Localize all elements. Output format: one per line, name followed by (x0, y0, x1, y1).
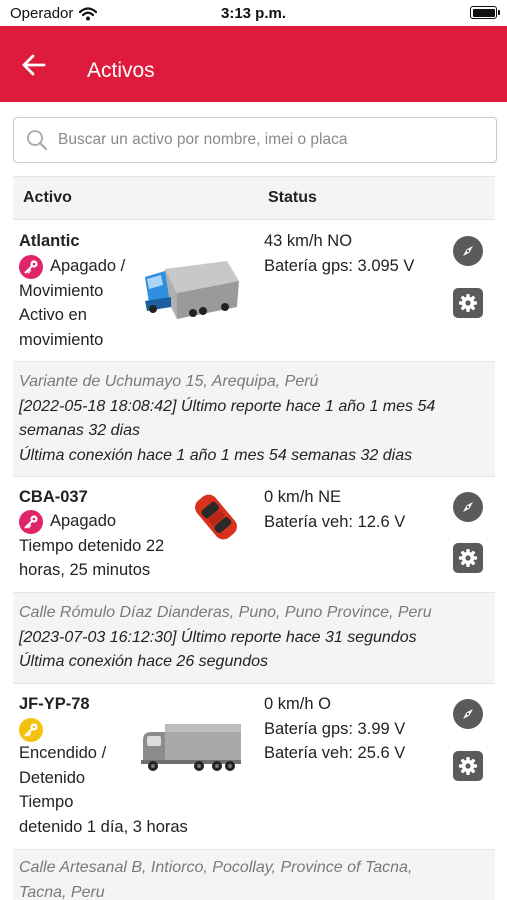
report-text: [2022-05-18 18:08:42] Último reporte hac… (19, 397, 436, 415)
truck-icon (141, 724, 241, 771)
state-line: Tiempo detenido 22 (19, 536, 165, 555)
back-button[interactable] (14, 48, 54, 82)
state-line: horas, 25 minutos (19, 561, 151, 579)
asset-state: Apagado / Movimiento Activo en movimient… (19, 254, 125, 352)
speed-heading: 43 km/h NO (264, 232, 353, 250)
table-header: Activo Status (13, 176, 495, 220)
asset-name: JF-YP-78 (19, 695, 90, 713)
battery-icon (470, 6, 500, 19)
gear-icon (459, 757, 477, 775)
asset-status: 0 km/h NE Batería veh: 12.6 V (264, 485, 405, 534)
state-line: Apagado / (50, 257, 126, 275)
state-line: Apagado (50, 512, 117, 530)
battery-reading: Batería veh: 12.6 V (264, 512, 406, 531)
address-text: Calle Rómulo Díaz Dianderas, Puno, Puno … (19, 604, 432, 621)
gear-icon (459, 549, 477, 567)
asset-name: CBA-037 (19, 488, 88, 506)
asset-row[interactable]: JF-YP-78 Encendido / Detenido Tiempo det… (13, 684, 495, 849)
state-line: Tiempo (19, 793, 74, 811)
address-text: Tacna, Peru (19, 883, 105, 900)
page-title: Activos (87, 59, 155, 82)
asset-name: Atlantic (19, 232, 80, 250)
state-line: detenido 1 día, 3 horas (19, 817, 188, 836)
asset-location-info: Variante de Uchumayo 15, Arequipa, Perú … (13, 361, 495, 477)
asset-location-info: Calle Artesanal B, Intiorco, Pocollay, P… (13, 849, 495, 900)
asset-row[interactable]: CBA-037 Apagado Tiempo detenido 22 horas… (13, 477, 495, 592)
asset-location-info: Calle Rómulo Díaz Dianderas, Puno, Puno … (13, 592, 495, 684)
speed-heading: 0 km/h NE (264, 488, 342, 506)
connection-text: Última conexión hace 1 año 1 mes 54 sema… (19, 446, 413, 464)
status-bar: Operador 3:13 p.m. (0, 0, 507, 26)
settings-button[interactable] (453, 288, 483, 318)
search-input[interactable] (58, 131, 496, 149)
battery-reading: Batería veh: 25.6 V (264, 744, 406, 762)
car-icon (195, 494, 237, 540)
compass-icon (463, 502, 473, 512)
speed-heading: 0 km/h O (264, 695, 331, 713)
clock: 3:13 p.m. (220, 5, 287, 22)
asset-row[interactable]: Atlantic Apagado / Movimiento Activo en … (13, 221, 495, 361)
asset-status: 43 km/h NO Batería gps: 3.095 V (264, 229, 414, 278)
truck-icon (145, 261, 239, 319)
arrow-left-icon (22, 54, 46, 76)
address-text: Calle Artesanal B, Intiorco, Pocollay, P… (19, 859, 413, 876)
gear-icon (459, 294, 477, 312)
address-text: Variante de Uchumayo 15, Arequipa, Perú (19, 373, 319, 390)
settings-button[interactable] (453, 543, 483, 573)
battery-reading: Batería gps: 3.095 V (264, 256, 415, 275)
key-icon (19, 718, 43, 742)
app-header: Activos (0, 26, 507, 102)
compass-icon (463, 246, 473, 256)
state-line: Activo en (19, 306, 87, 324)
settings-button[interactable] (453, 751, 483, 781)
column-header-status: Status (268, 189, 317, 206)
state-line: movimiento (19, 330, 104, 349)
search-box[interactable] (13, 117, 497, 163)
battery-reading: Batería gps: 3.99 V (264, 719, 406, 738)
navigate-button[interactable] (453, 236, 483, 266)
report-text: semanas 32 dias (19, 422, 140, 439)
asset-status: 0 km/h O Batería gps: 3.99 V Batería veh… (264, 692, 405, 766)
connection-text: Última conexión hace 26 segundos (19, 653, 269, 670)
navigate-button[interactable] (453, 699, 483, 729)
compass-icon (463, 709, 473, 719)
report-text: [2023-07-03 16:12:30] Último reporte hac… (19, 628, 417, 646)
search-icon (26, 129, 48, 151)
column-header-asset: Activo (23, 189, 72, 206)
asset-state: Apagado Tiempo detenido 22 horas, 25 min… (19, 509, 164, 583)
navigate-button[interactable] (453, 492, 483, 522)
state-line: Movimiento (19, 281, 104, 300)
